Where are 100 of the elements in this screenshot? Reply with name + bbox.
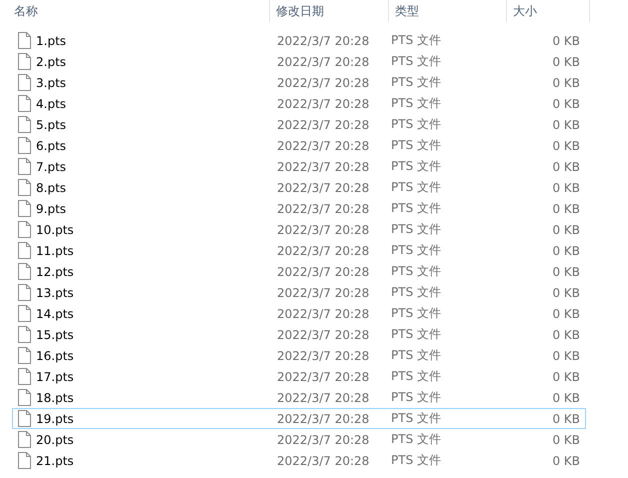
file-row[interactable]: 11.pts 2022/3/7 20:28 PTS 文件 0 KB [12,240,586,261]
file-row[interactable]: 16.pts 2022/3/7 20:28 PTS 文件 0 KB [12,345,586,366]
file-type: PTS 文件 [390,32,442,49]
modified-date: 2022/3/7 20:28 [276,390,370,404]
file-name: 13.pts [36,286,74,300]
file-row[interactable]: 10.pts 2022/3/7 20:28 PTS 文件 0 KB [12,219,586,240]
file-type: PTS 文件 [390,431,442,448]
file-type: PTS 文件 [390,95,442,112]
modified-date: 2022/3/7 20:28 [276,286,370,300]
file-type: PTS 文件 [390,200,442,217]
file-type: PTS 文件 [390,137,442,154]
file-name: 19.pts [36,412,74,426]
file-name: 17.pts [36,370,74,384]
file-size: 0 KB [551,454,580,468]
file-icon [18,116,31,133]
modified-date: 2022/3/7 20:28 [276,222,370,236]
file-name: 10.pts [36,222,74,236]
file-name: 16.pts [36,348,74,362]
file-row[interactable]: 15.pts 2022/3/7 20:28 PTS 文件 0 KB [12,324,586,345]
modified-date: 2022/3/7 20:28 [276,412,370,426]
modified-date: 2022/3/7 20:28 [276,180,370,194]
file-icon [18,452,31,469]
file-icon [18,305,31,322]
modified-date: 2022/3/7 20:28 [276,454,370,468]
file-name: 18.pts [36,390,74,404]
file-size: 0 KB [551,264,580,278]
file-row[interactable]: 14.pts 2022/3/7 20:28 PTS 文件 0 KB [12,303,586,324]
file-size: 0 KB [551,370,580,384]
file-icon [18,263,31,280]
file-size: 0 KB [551,348,580,362]
file-size: 0 KB [551,138,580,152]
file-name: 11.pts [36,244,74,258]
file-icon [18,347,31,364]
file-icon [18,179,31,196]
file-size: 0 KB [551,412,580,426]
file-row[interactable]: 6.pts 2022/3/7 20:28 PTS 文件 0 KB [12,135,586,156]
file-row[interactable]: 2.pts 2022/3/7 20:28 PTS 文件 0 KB [12,51,586,72]
file-type: PTS 文件 [390,326,442,343]
file-row[interactable]: 17.pts 2022/3/7 20:28 PTS 文件 0 KB [12,366,586,387]
modified-date: 2022/3/7 20:28 [276,244,370,258]
file-icon [18,431,31,448]
modified-date: 2022/3/7 20:28 [276,160,370,174]
file-row[interactable]: 7.pts 2022/3/7 20:28 PTS 文件 0 KB [12,156,586,177]
file-name: 9.pts [36,202,66,216]
file-type: PTS 文件 [390,74,442,91]
file-row[interactable]: 8.pts 2022/3/7 20:28 PTS 文件 0 KB [12,177,586,198]
file-row[interactable]: 9.pts 2022/3/7 20:28 PTS 文件 0 KB [12,198,586,219]
file-name: 7.pts [36,160,66,174]
file-row[interactable]: 20.pts 2022/3/7 20:28 PTS 文件 0 KB [12,429,586,450]
file-type: PTS 文件 [390,284,442,301]
modified-date: 2022/3/7 20:28 [276,202,370,216]
file-row[interactable]: 18.pts 2022/3/7 20:28 PTS 文件 0 KB [12,387,586,408]
file-name: 21.pts [36,454,74,468]
file-row[interactable]: 1.pts 2022/3/7 20:28 PTS 文件 0 KB [12,30,586,51]
file-size: 0 KB [551,180,580,194]
file-type: PTS 文件 [390,116,442,133]
file-icon [18,368,31,385]
file-icon [18,326,31,343]
file-name: 4.pts [36,96,66,110]
modified-date: 2022/3/7 20:28 [276,328,370,342]
modified-date: 2022/3/7 20:28 [276,118,370,132]
file-icon [18,158,31,175]
file-row[interactable]: 3.pts 2022/3/7 20:28 PTS 文件 0 KB [12,72,586,93]
file-name: 14.pts [36,306,74,320]
file-row[interactable]: 21.pts 2022/3/7 20:28 PTS 文件 0 KB [12,450,586,471]
modified-date: 2022/3/7 20:28 [276,34,370,48]
file-type: PTS 文件 [390,410,442,427]
file-type: PTS 文件 [390,221,442,238]
modified-date: 2022/3/7 20:28 [276,76,370,90]
file-type: PTS 文件 [390,263,442,280]
file-icon [18,200,31,217]
file-name: 6.pts [36,138,66,152]
file-size: 0 KB [551,76,580,90]
modified-date: 2022/3/7 20:28 [276,348,370,362]
file-name: 8.pts [36,180,66,194]
file-icon [18,32,31,49]
modified-date: 2022/3/7 20:28 [276,306,370,320]
modified-date: 2022/3/7 20:28 [276,370,370,384]
file-icon [18,53,31,70]
file-type: PTS 文件 [390,305,442,322]
file-type: PTS 文件 [390,368,442,385]
file-row[interactable]: 12.pts 2022/3/7 20:28 PTS 文件 0 KB [12,261,586,282]
file-size: 0 KB [551,328,580,342]
file-size: 0 KB [551,390,580,404]
file-row[interactable]: 19.pts 2022/3/7 20:28 PTS 文件 0 KB [12,408,586,429]
file-row[interactable]: 4.pts 2022/3/7 20:28 PTS 文件 0 KB [12,93,586,114]
file-row[interactable]: 5.pts 2022/3/7 20:28 PTS 文件 0 KB [12,114,586,135]
file-icon [18,74,31,91]
file-name: 5.pts [36,118,66,132]
file-icon [18,137,31,154]
modified-date: 2022/3/7 20:28 [276,96,370,110]
file-size: 0 KB [551,54,580,68]
file-name: 1.pts [36,34,66,48]
file-name: 2.pts [36,54,66,68]
file-row[interactable]: 13.pts 2022/3/7 20:28 PTS 文件 0 KB [12,282,586,303]
file-type: PTS 文件 [390,242,442,259]
file-size: 0 KB [551,432,580,446]
file-name: 15.pts [36,328,74,342]
file-name: 20.pts [36,432,74,446]
file-name: 3.pts [36,76,66,90]
